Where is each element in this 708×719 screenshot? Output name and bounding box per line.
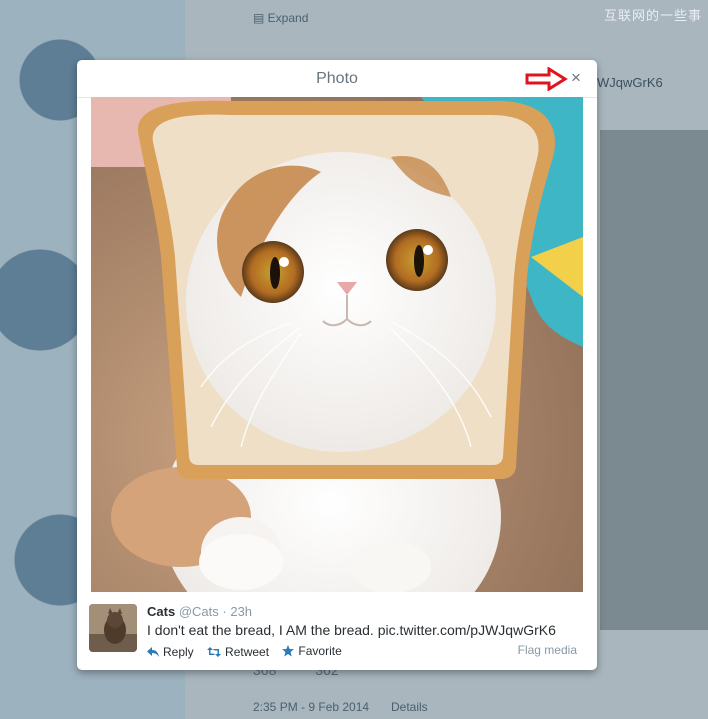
photo-modal: Photo × Cats @Cats · 23h I don't eat the… <box>77 60 597 670</box>
background-photo <box>600 130 708 630</box>
separator: · <box>222 604 227 619</box>
tweet-time[interactable]: 23h <box>230 604 252 619</box>
close-button[interactable]: × <box>567 69 585 87</box>
background-date: 2:35 PM - 9 Feb 2014 <box>253 700 370 714</box>
tweet-actions: Reply Retweet Favorite <box>147 644 352 660</box>
user-handle[interactable]: @Cats <box>179 604 219 619</box>
flag-media-link[interactable]: Flag media <box>518 643 577 657</box>
retweet-button[interactable]: Retweet <box>207 645 269 659</box>
star-icon <box>282 645 295 657</box>
avatar[interactable] <box>89 604 137 652</box>
watermark: 互联网的一些事 <box>603 8 702 23</box>
cat-avatar-icon <box>89 604 137 652</box>
retweet-icon <box>207 647 222 657</box>
favorite-button[interactable]: Favorite <box>282 644 342 658</box>
red-arrow-icon <box>525 67 568 91</box>
tweet-header: Cats @Cats · 23h <box>147 604 252 619</box>
reply-icon <box>147 647 159 657</box>
user-name[interactable]: Cats <box>147 604 175 619</box>
modal-title: Photo <box>316 70 358 87</box>
expand-link: ▤ Expand <box>253 11 309 25</box>
tweet-text: I don't eat the bread, I AM the bread. p… <box>147 622 556 638</box>
cat-bread-image <box>91 97 583 592</box>
reply-button[interactable]: Reply <box>147 645 194 659</box>
background-details-link: Details <box>391 700 428 714</box>
cat-bread-photo[interactable] <box>91 97 583 592</box>
tweet: Cats @Cats · 23h I don't eat the bread, … <box>89 604 585 664</box>
background-tweet-link: WJqwGrK6 <box>597 75 663 90</box>
modal-header: Photo × <box>77 60 597 98</box>
